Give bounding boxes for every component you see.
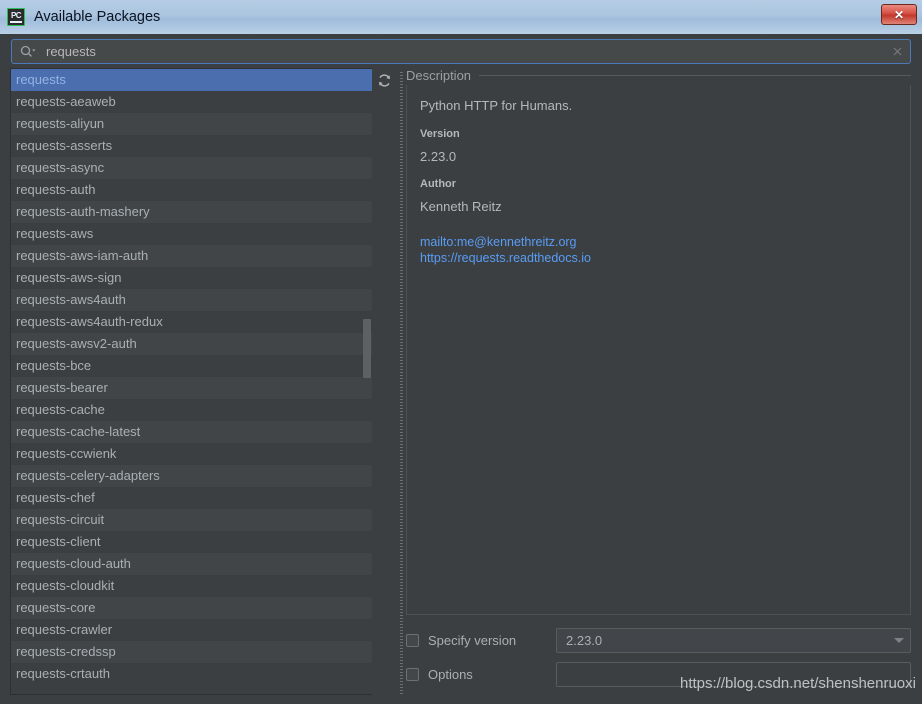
- list-item[interactable]: requests-ccwienk: [11, 443, 372, 465]
- list-item[interactable]: requests-cloud-auth: [11, 553, 372, 575]
- list-item[interactable]: requests-chef: [11, 487, 372, 509]
- list-item[interactable]: requests-aeaweb: [11, 91, 372, 113]
- title-bar: PC Available Packages ✕: [0, 0, 922, 34]
- description-pane: Description Python HTTP for Humans. Vers…: [406, 68, 922, 704]
- scrollbar-thumb[interactable]: [363, 319, 371, 378]
- version-value: 2.23.0: [420, 149, 457, 164]
- legend-rule: [479, 75, 911, 76]
- package-list-pane: requests requests-aeaweb requests-aliyun re…: [0, 68, 396, 704]
- splitter-grip: [399, 72, 403, 695]
- specify-version-checkbox[interactable]: [406, 634, 419, 647]
- refresh-column: [372, 68, 396, 695]
- list-item[interactable]: requests-cloudkit: [11, 575, 372, 597]
- install-options-form: Specify version 2.23.0 Options: [406, 615, 911, 695]
- version-label: Version: [420, 128, 460, 140]
- specify-version-row: Specify version 2.23.0: [406, 627, 911, 654]
- chevron-down-icon: [894, 638, 904, 643]
- close-icon: ✕: [893, 7, 905, 22]
- list-item[interactable]: requests-credssp: [11, 641, 372, 663]
- list-item[interactable]: requests-aws: [11, 223, 372, 245]
- description-group: Description Python HTTP for Humans. Vers…: [406, 68, 911, 615]
- package-summary: Python HTTP for Humans.: [420, 98, 573, 113]
- pycharm-icon: PC: [7, 8, 25, 26]
- version-select[interactable]: 2.23.0: [556, 628, 911, 653]
- author-email-link[interactable]: mailto:me@kennethreitz.org: [420, 234, 896, 250]
- list-item[interactable]: requests-client: [11, 531, 372, 553]
- list-item[interactable]: requests-awsv2-auth: [11, 333, 372, 355]
- package-links: mailto:me@kennethreitz.org https://reque…: [420, 234, 896, 266]
- specify-version-label[interactable]: Specify version: [428, 633, 516, 648]
- list-item[interactable]: requests-celery-adapters: [11, 465, 372, 487]
- clear-icon[interactable]: [891, 45, 904, 58]
- list-item[interactable]: requests-aliyun: [11, 113, 372, 135]
- search-icon[interactable]: [20, 45, 36, 58]
- list-item[interactable]: requests-bce: [11, 355, 372, 377]
- list-item[interactable]: requests-auth: [11, 179, 372, 201]
- available-packages-dialog: PC Available Packages ✕ requests request…: [0, 0, 922, 704]
- window-title: Available Packages: [34, 9, 161, 25]
- list-item[interactable]: requests-async: [11, 157, 372, 179]
- version-select-value: 2.23.0: [566, 633, 603, 648]
- list-item[interactable]: requests-core: [11, 597, 372, 619]
- description-content: Python HTTP for Humans. Version 2.23.0 A…: [407, 85, 910, 614]
- docs-link[interactable]: https://requests.readthedocs.io: [420, 250, 896, 266]
- description-box: Python HTTP for Humans. Version 2.23.0 A…: [406, 85, 911, 615]
- list-item[interactable]: requests-cache: [11, 399, 372, 421]
- list-item[interactable]: requests-crtauth: [11, 663, 372, 685]
- package-list-items[interactable]: requests requests-aeaweb requests-aliyun re…: [11, 69, 372, 694]
- options-checkbox[interactable]: [406, 668, 419, 681]
- list-item[interactable]: requests-asserts: [11, 135, 372, 157]
- package-list[interactable]: requests requests-aeaweb requests-aliyun re…: [10, 68, 372, 695]
- package-list-scrollbar[interactable]: [362, 69, 372, 694]
- list-item[interactable]: requests-aws-sign: [11, 267, 372, 289]
- list-item[interactable]: requests-circuit: [11, 509, 372, 531]
- author-value: Kenneth Reitz: [420, 199, 502, 214]
- options-label[interactable]: Options: [428, 667, 473, 682]
- list-item[interactable]: requests-cache-latest: [11, 421, 372, 443]
- search-input-value[interactable]: requests: [46, 44, 891, 59]
- window-buttons: ✕: [881, 4, 917, 25]
- list-item[interactable]: requests-aws4auth-redux: [11, 311, 372, 333]
- description-legend-label: Description: [406, 68, 480, 83]
- list-item[interactable]: requests-aws-iam-auth: [11, 245, 372, 267]
- options-input[interactable]: [556, 662, 911, 687]
- dialog-body: requests requests-aeaweb requests-aliyun re…: [0, 68, 922, 704]
- author-label: Author: [420, 178, 457, 190]
- search-field[interactable]: requests: [11, 39, 911, 64]
- pane-splitter[interactable]: [396, 68, 406, 704]
- list-item[interactable]: requests-bearer: [11, 377, 372, 399]
- description-legend: Description: [406, 68, 911, 83]
- list-item[interactable]: requests-aws4auth: [11, 289, 372, 311]
- options-row: Options: [406, 661, 911, 688]
- search-row: requests: [0, 34, 922, 68]
- refresh-icon[interactable]: [377, 73, 392, 93]
- close-button[interactable]: ✕: [881, 4, 917, 25]
- list-item[interactable]: requests-auth-mashery: [11, 201, 372, 223]
- list-item[interactable]: requests-crawler: [11, 619, 372, 641]
- list-item[interactable]: requests: [11, 69, 372, 91]
